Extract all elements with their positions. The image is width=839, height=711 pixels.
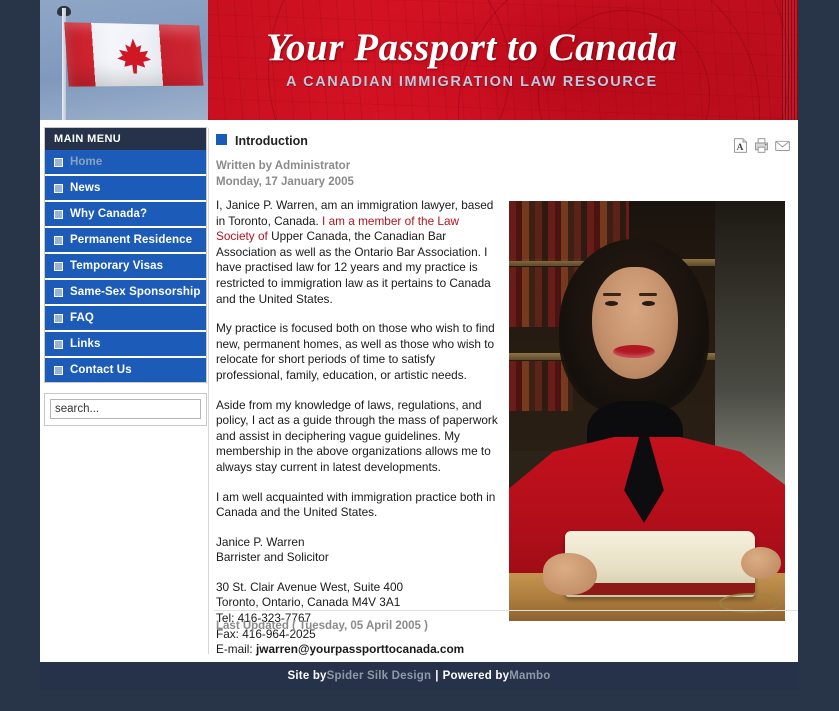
sidebar-item-label: FAQ [70, 312, 94, 324]
main-content: A Introduction Written by Administrator … [214, 120, 798, 662]
bullet-icon [54, 183, 63, 193]
sidebar-item-contact-us[interactable]: Contact Us [45, 358, 206, 382]
signature-role: Barrister and Solicitor [216, 550, 329, 565]
sidebar-item-label: Contact Us [70, 364, 132, 376]
article-paragraph-2: My practice is focused both on those who… [216, 321, 495, 382]
maple-leaf-icon [117, 38, 152, 74]
site-footer: Site by Spider Silk Design | Powered by … [40, 662, 798, 690]
sidebar-item-home[interactable]: Home [45, 150, 206, 176]
article-paragraph-4: I am well acquainted with immigration pr… [216, 489, 496, 520]
photo-hand [741, 547, 781, 579]
sidebar-item-label: Temporary Visas [70, 260, 164, 272]
photo-brow [639, 293, 657, 296]
sidebar-item-links[interactable]: Links [45, 332, 206, 358]
svg-text:A: A [737, 143, 744, 153]
photo-face [592, 267, 678, 379]
main-menu-module: MAIN MENU Home News Why Canada? Permanen… [44, 127, 207, 383]
bullet-icon [54, 313, 63, 323]
article-photo [508, 200, 786, 622]
email-label: E-mail: [216, 642, 256, 657]
article-author: Written by Administrator [216, 160, 351, 172]
site-header: Your Passport to Canada A CANADIAN IMMIG… [40, 0, 798, 120]
footer-separator: | [435, 670, 439, 682]
pdf-icon[interactable]: A [732, 137, 749, 154]
sidebar-item-label: Home [70, 156, 103, 168]
sidebar-item-news[interactable]: News [45, 176, 206, 202]
sidebar-item-why-canada[interactable]: Why Canada? [45, 202, 206, 228]
sidebar-item-label: News [70, 182, 101, 194]
address-line-2: Toronto, Ontario, Canada M4V 3A1 [216, 595, 401, 610]
sidebar-item-label: Permanent Residence [70, 234, 193, 246]
content-rule [214, 610, 798, 611]
site-title: Your Passport to Canada [266, 26, 678, 69]
canadian-flag-image [40, 0, 208, 120]
bullet-icon [54, 209, 63, 219]
article-body: I, Janice P. Warren, am an immigration l… [216, 198, 501, 672]
banner-right-edge [782, 0, 798, 120]
search-input[interactable] [50, 399, 201, 419]
print-icon[interactable] [753, 137, 770, 154]
article-byline: Written by Administrator Monday, 17 Janu… [216, 158, 354, 190]
last-updated-text: Last Updated ( Tuesday, 05 April 2005 ) [216, 620, 428, 632]
footer-designer-link[interactable]: Spider Silk Design [327, 670, 432, 682]
page-body: MAIN MENU Home News Why Canada? Permanen… [40, 120, 798, 662]
sidebar-item-same-sex-sponsorship[interactable]: Same-Sex Sponsorship [45, 280, 206, 306]
email-address[interactable]: jwarren@yourpassporttocanada.com [256, 642, 464, 656]
sidebar-item-label: Same-Sex Sponsorship [70, 286, 201, 298]
footer-platform-link[interactable]: Mambo [509, 670, 550, 682]
photo-lips [613, 345, 655, 358]
photo-eye [642, 301, 655, 306]
sidebar-item-faq[interactable]: FAQ [45, 306, 206, 332]
article-heading: Introduction [216, 134, 308, 148]
article-address-block: 30 St. Clair Avenue West, Suite 400 Toro… [216, 580, 501, 658]
page-title: Introduction [235, 134, 308, 148]
bullet-icon [54, 339, 63, 349]
photo-eye [605, 301, 618, 306]
photo-hand [543, 553, 597, 595]
sidebar-item-label: Why Canada? [70, 208, 148, 220]
photo-brow [603, 293, 621, 296]
site-page: Your Passport to Canada A CANADIAN IMMIG… [40, 0, 798, 690]
main-menu-list: Home News Why Canada? Permanent Residenc… [45, 150, 206, 382]
search-module [44, 393, 207, 426]
bullet-icon [54, 235, 63, 245]
site-tagline: A CANADIAN IMMIGRATION LAW RESOURCE [286, 74, 658, 90]
sidebar-item-temporary-visas[interactable]: Temporary Visas [45, 254, 206, 280]
main-menu-heading: MAIN MENU [45, 128, 206, 150]
banner-title-area: Your Passport to Canada A CANADIAN IMMIG… [208, 0, 798, 120]
sidebar: MAIN MENU Home News Why Canada? Permanen… [40, 120, 210, 426]
footer-powered-by-label: Powered by [442, 670, 510, 682]
sidebar-item-permanent-residence[interactable]: Permanent Residence [45, 228, 206, 254]
article-date: Monday, 17 January 2005 [216, 176, 354, 188]
bullet-icon [54, 157, 63, 167]
article-paragraph-3: Aside from my knowledge of laws, regulat… [216, 397, 498, 474]
sidebar-item-label: Links [70, 338, 101, 350]
bullet-icon [54, 365, 63, 375]
article-bullet-icon [216, 134, 227, 145]
bullet-icon [54, 261, 63, 271]
article-toolbar: A [732, 137, 791, 154]
address-line-1: 30 St. Clair Avenue West, Suite 400 [216, 579, 404, 594]
footer-site-by-label: Site by [287, 670, 327, 682]
bullet-icon [54, 287, 63, 297]
article-paragraph-1: I, Janice P. Warren, am an immigration l… [216, 198, 501, 307]
column-divider [208, 128, 209, 654]
email-icon[interactable] [774, 137, 791, 154]
article-signature: Janice P. Warren Barrister and Solicitor [216, 535, 501, 566]
signature-name: Janice P. Warren [216, 534, 305, 549]
